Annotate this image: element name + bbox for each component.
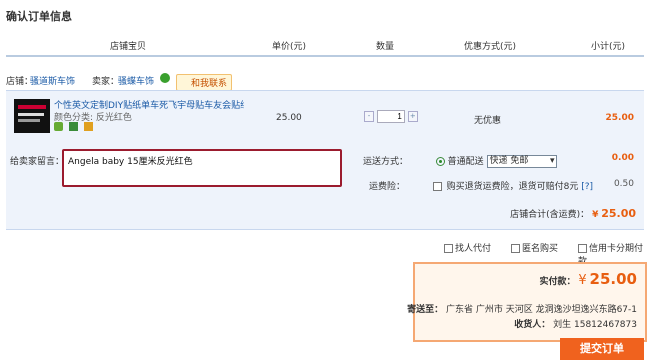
proxy-pay-checkbox[interactable]: [444, 244, 453, 253]
insurance-checkbox[interactable]: [432, 182, 442, 191]
order-extras-panel: 给卖家留言： Angela baby 15厘米反光红色 运送方式： 普通配送 快…: [6, 145, 644, 230]
item-price: 25.00: [276, 113, 302, 123]
actual-pay-label: 实付款：: [539, 277, 576, 287]
message-textarea[interactable]: Angela baby 15厘米反光红色: [62, 149, 342, 187]
insurance-text: 购买退货运费险，退货可赔付8元: [446, 182, 579, 192]
contact-seller-button[interactable]: 和我联系: [176, 74, 233, 91]
receiver-label: 收货人：: [514, 320, 551, 330]
online-status-icon: [160, 73, 170, 83]
shop-name-link[interactable]: 骚道斯车饰: [30, 74, 75, 87]
contact-seller-label: 和我联系: [191, 79, 228, 89]
quantity-stepper: - +: [364, 110, 418, 123]
item-discount: 无优惠: [474, 116, 502, 126]
shop-line: 店铺： 骚道斯车饰 卖家： 骚蝶车饰 和我联系: [6, 72, 644, 91]
header-price: 单价(元): [272, 42, 307, 52]
page-title: 确认订单信息: [6, 10, 72, 23]
item-thumbnail[interactable]: [14, 99, 50, 133]
order-item-row: 个性英文定制DIY贴纸单车死飞宇母贴车友会贴纸... 颜色分类: 反光红色 25…: [6, 90, 644, 146]
anonymous-label: 匿名购买: [522, 244, 559, 254]
shop-total-label: 店铺合计(含运费)：: [510, 210, 590, 220]
credit-installment-checkbox[interactable]: [578, 244, 587, 253]
normal-delivery-label: 普通配送: [447, 157, 484, 167]
insurance-label: 运费险：: [369, 182, 406, 192]
item-subtotal: 25.00: [605, 113, 634, 123]
actual-pay-value: 25.00: [589, 270, 637, 288]
ship-to-label: 寄送至：: [407, 305, 444, 315]
insurance-fee: 0.50: [613, 179, 634, 189]
header-discount: 优惠方式(元): [464, 42, 517, 52]
seven-day-return-icon: [68, 122, 78, 131]
shop-label: 店铺：: [6, 77, 34, 87]
guarantee-icon: [54, 122, 63, 131]
actual-pay-currency: ¥: [578, 273, 587, 288]
receiver-info: 刘生 15812467873: [553, 320, 637, 330]
normal-delivery-radio[interactable]: [435, 157, 445, 166]
shipping-select-value: 快递 免邮: [489, 156, 529, 166]
quantity-input[interactable]: [376, 110, 405, 123]
shipping-label: 运送方式：: [363, 157, 409, 167]
shipping-method: 运送方式： 普通配送 快递 免邮: [363, 154, 557, 168]
ship-to-address: 广东省 广州市 天河区 龙洞逸沙坦逸兴东路67-1: [445, 305, 637, 315]
seller-label: 卖家：: [92, 77, 120, 87]
header-qty: 数量: [376, 42, 395, 52]
proxy-pay-label: 找人代付: [455, 244, 492, 254]
anonymous-checkbox[interactable]: [511, 244, 520, 253]
shop-total-value: 25.00: [601, 207, 636, 220]
credit-icon: [83, 122, 93, 131]
insurance-row: 运费险： 购买退货运费险，退货可赔付8元 [?]: [369, 179, 593, 192]
shipping-fee: 0.00: [611, 153, 634, 163]
message-label: 给卖家留言：: [10, 157, 65, 167]
shipping-select[interactable]: 快递 免邮: [486, 155, 557, 168]
service-icons: [54, 122, 96, 132]
message-text: Angela baby 15厘米反光红色: [68, 157, 193, 167]
increase-qty-button[interactable]: +: [407, 111, 418, 122]
header-item: 店铺宝贝: [110, 42, 147, 52]
submit-order-button[interactable]: 提交订单: [560, 338, 644, 360]
shop-total-currency: ¥: [592, 210, 599, 220]
order-table-header: 店铺宝贝 单价(元) 数量 优惠方式(元) 小计(元): [6, 33, 644, 57]
order-options: 找人代付 匿名购买 信用卡分期付款: [6, 240, 644, 267]
header-subtotal: 小计(元): [591, 42, 626, 52]
decrease-qty-button[interactable]: -: [364, 111, 374, 122]
shop-total: 店铺合计(含运费)： ¥ 25.00: [510, 207, 636, 220]
payment-summary: 实付款： ¥ 25.00 寄送至： 广东省 广州市 天河区 龙洞逸沙坦逸兴东路6…: [407, 262, 647, 342]
insurance-help-link[interactable]: [?]: [581, 182, 593, 192]
seller-name-link[interactable]: 骚蝶车饰: [118, 74, 154, 87]
